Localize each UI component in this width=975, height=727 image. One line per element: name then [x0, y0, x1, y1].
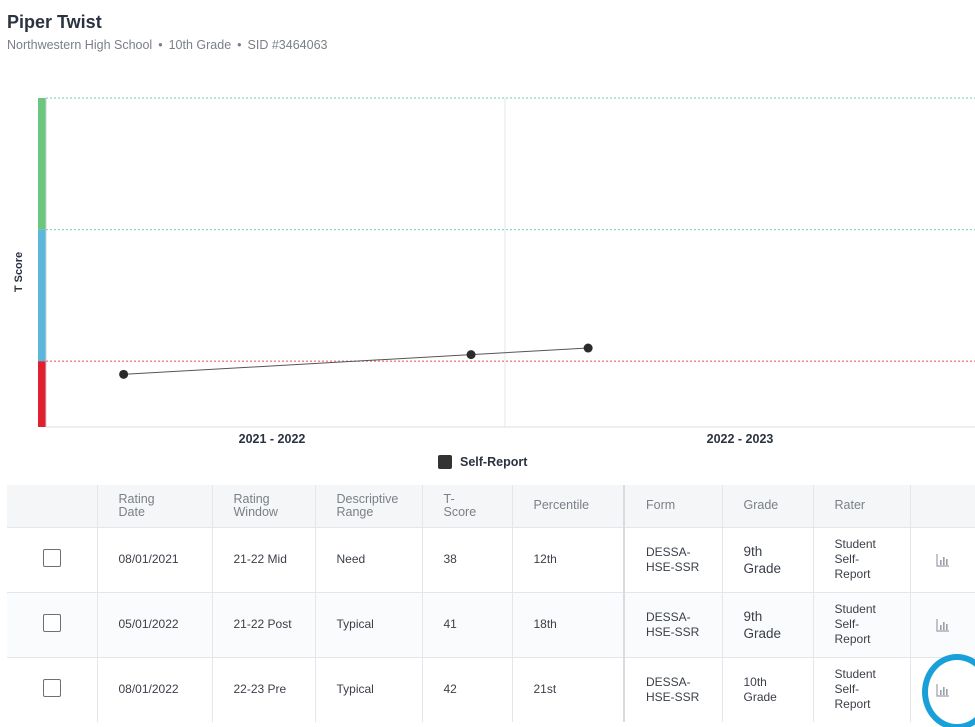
rating-window-cell: 21-22 Mid [212, 527, 316, 592]
bar-chart-icon[interactable] [930, 677, 956, 703]
meta-separator: • [237, 38, 242, 52]
ratings-table: Rating Date Rating Window Descriptive Range… [7, 485, 975, 722]
form-cell: DESSA- HSE-SSR [623, 657, 723, 722]
bar-chart-icon[interactable] [930, 612, 956, 638]
percentile-cell: 18th [512, 592, 625, 657]
meta-separator: • [158, 38, 163, 52]
row-action-cell [910, 657, 975, 722]
table-header-row: Rating Date Rating Window Descriptive Range… [7, 485, 975, 527]
descriptive-range-cell: Typical [315, 592, 423, 657]
descriptive-range-cell: Typical [315, 657, 423, 722]
percentile-cell: 21st [512, 657, 625, 722]
header-t-score[interactable]: T- Score [422, 485, 513, 527]
header-grade[interactable]: Grade [722, 485, 814, 527]
header-rating-window[interactable]: Rating Window [212, 485, 316, 527]
row-checkbox[interactable] [42, 613, 61, 632]
t-score-cell: 42 [422, 657, 513, 722]
rater-cell: Student Self- Report [813, 527, 911, 592]
rating-date-cell: 08/01/2022 [97, 657, 213, 722]
grade-cell: 9th Grade [722, 592, 814, 657]
legend-label: Self-Report [460, 455, 528, 469]
header-rating-date[interactable]: Rating Date [97, 485, 213, 527]
rater-cell: Student Self- Report [813, 592, 911, 657]
band-typical [38, 229, 46, 362]
rating-date-cell: 05/01/2022 [97, 592, 213, 657]
table-row: 08/01/2021 21-22 Mid Need 38 12th DESSA- HSE-S… [7, 527, 975, 592]
rating-date-cell: 08/01/2021 [97, 527, 213, 592]
header-descriptive-range[interactable]: Descriptive Range [315, 485, 423, 527]
header-percentile[interactable]: Percentile [512, 485, 625, 527]
header-actions [910, 485, 975, 527]
rating-window-cell: 21-22 Post [212, 592, 316, 657]
data-point [466, 350, 476, 360]
legend-swatch [438, 455, 452, 469]
row-action-cell [910, 527, 975, 592]
t-score-chart: T Score 2021 - 2022 2022 - 2023 [0, 90, 975, 480]
x-tick-label: 2021 - 2022 [239, 432, 306, 446]
student-school: Northwestern High School [7, 38, 153, 52]
x-tick-label: 2022 - 2023 [707, 432, 774, 446]
student-name: Piper Twist [7, 12, 102, 32]
header-rater[interactable]: Rater [813, 485, 911, 527]
row-action-cell [910, 592, 975, 657]
student-sid: SID #3464063 [247, 38, 328, 52]
grade-cell: 9th Grade [722, 527, 814, 592]
t-score-cell: 41 [422, 592, 513, 657]
percentile-cell: 12th [512, 527, 625, 592]
table-row: 08/01/2022 22-23 Pre Typical 42 21st DESSA- HS… [7, 657, 975, 722]
student-meta: Northwestern High School • 10th Grade • … [7, 38, 327, 52]
header-select [7, 485, 98, 527]
data-point [583, 343, 593, 353]
band-strength [38, 98, 46, 230]
student-header: Piper Twist Northwestern High School • 1… [7, 12, 327, 52]
grade-cell: 10th Grade [722, 657, 814, 722]
rater-cell: Student Self- Report [813, 657, 911, 722]
t-score-cell: 38 [422, 527, 513, 592]
row-checkbox[interactable] [42, 678, 61, 697]
t-score-chart-svg: T Score 2021 - 2022 2022 - 2023 [13, 97, 975, 446]
student-grade: 10th Grade [168, 38, 232, 52]
row-select-cell [7, 527, 98, 592]
header-form[interactable]: Form [623, 485, 723, 527]
bar-chart-icon[interactable] [930, 547, 956, 573]
row-select-cell [7, 592, 98, 657]
data-point [119, 369, 129, 379]
chart-legend: Self-Report [438, 455, 527, 469]
rating-window-cell: 22-23 Pre [212, 657, 316, 722]
descriptive-range-cell: Need [315, 527, 423, 592]
band-need [38, 361, 46, 427]
y-axis-label: T Score [13, 252, 25, 292]
row-select-cell [7, 657, 98, 722]
row-checkbox[interactable] [42, 548, 61, 567]
form-cell: DESSA- HSE-SSR [623, 592, 723, 657]
form-cell: DESSA- HSE-SSR [623, 527, 723, 592]
table-row: 05/01/2022 21-22 Post Typical 41 18th DESSA- H… [7, 592, 975, 657]
